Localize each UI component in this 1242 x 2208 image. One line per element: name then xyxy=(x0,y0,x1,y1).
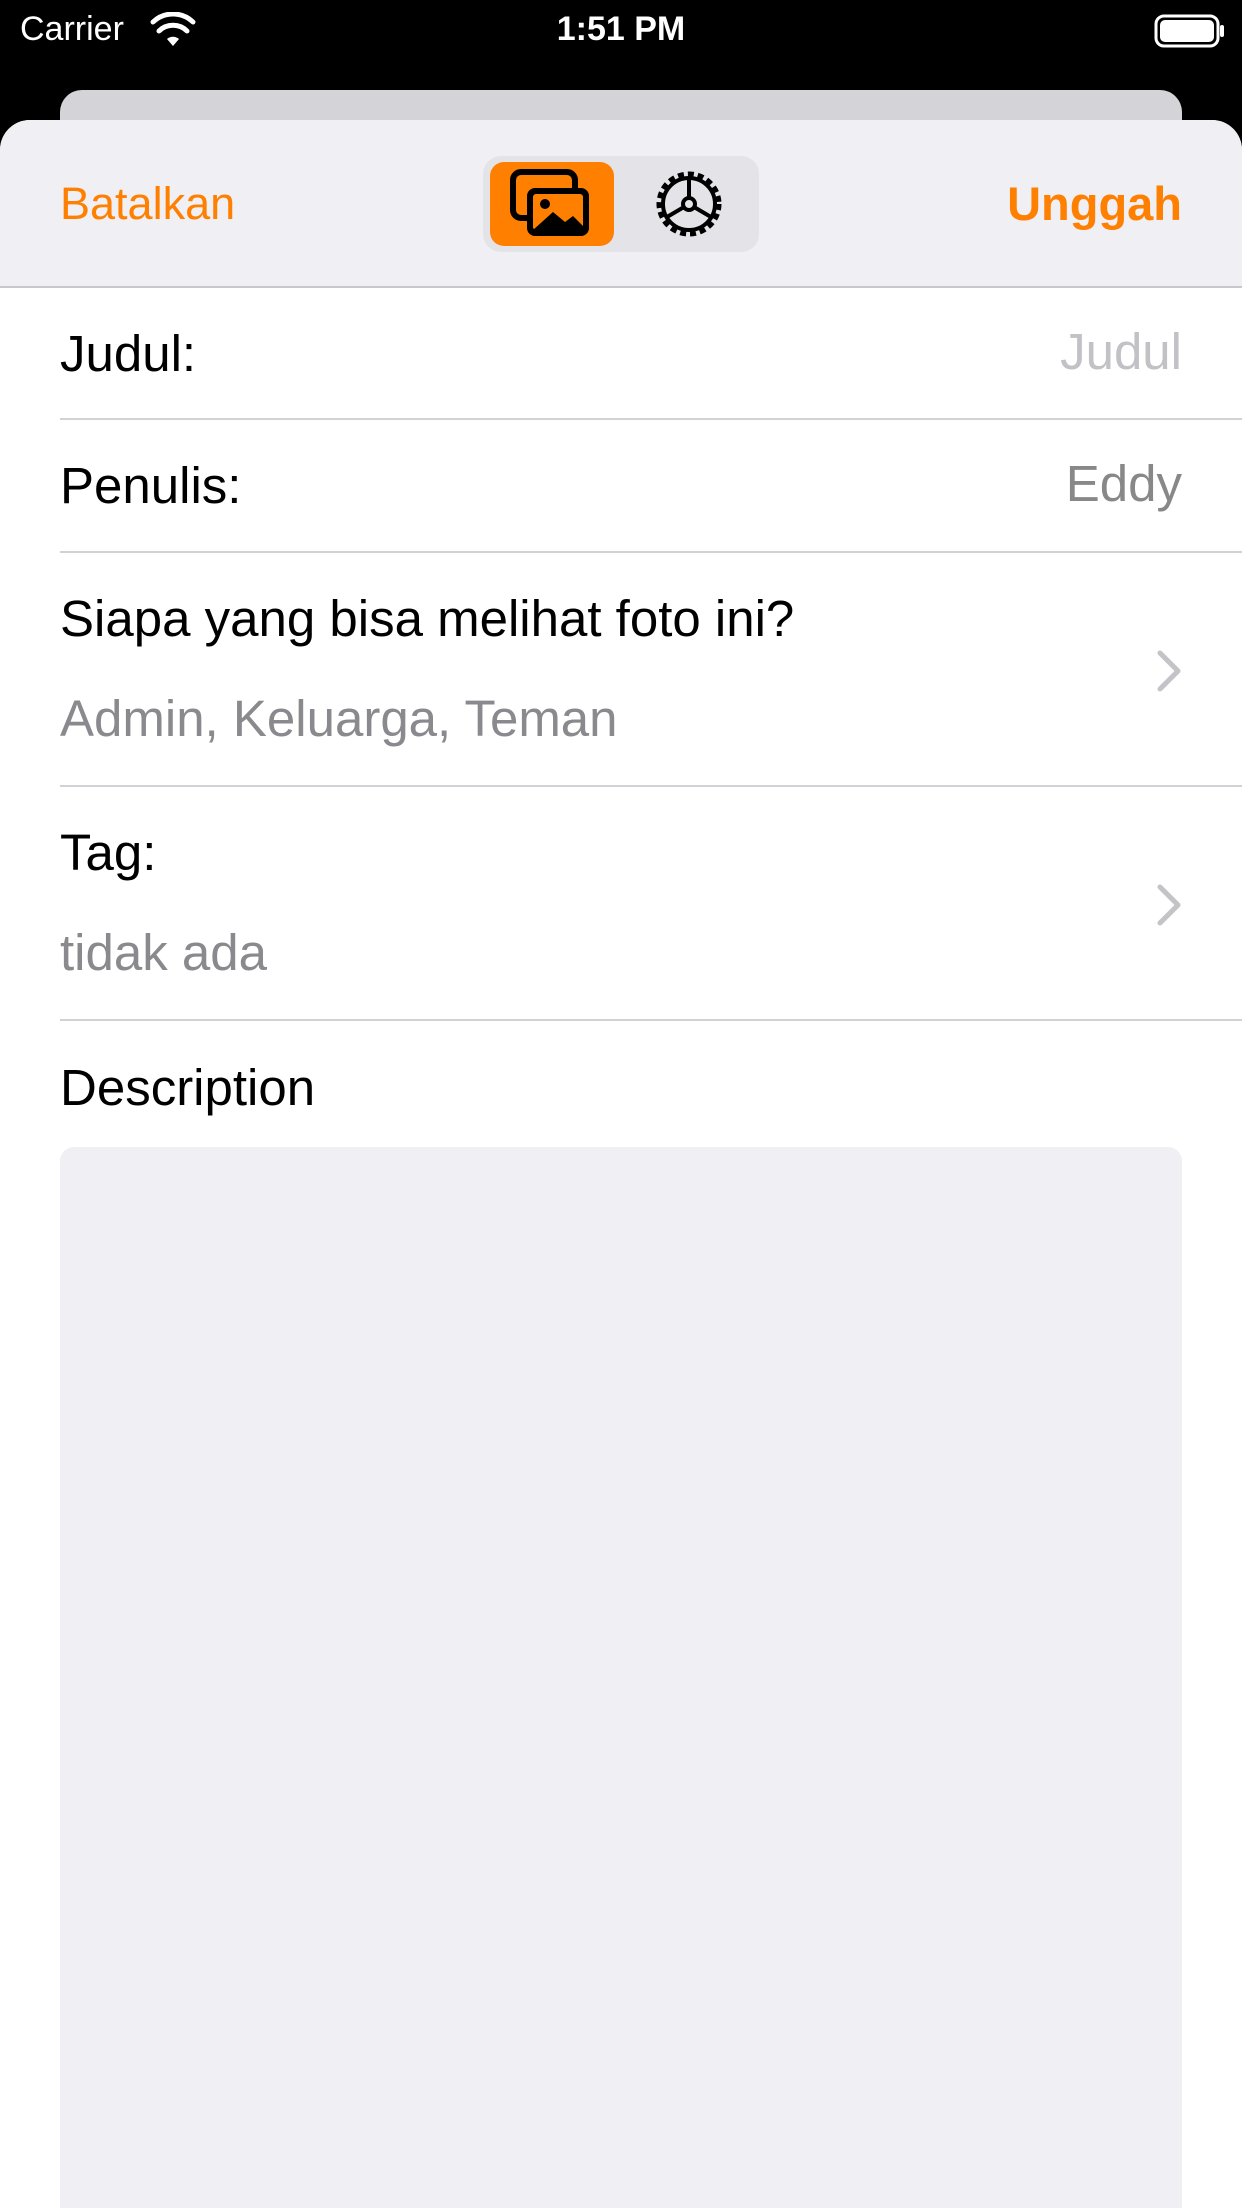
privacy-label: Siapa yang bisa melihat foto ini? xyxy=(60,590,795,647)
status-bar: Carrier 1:51 PM xyxy=(0,0,1242,62)
battery-icon xyxy=(1154,14,1224,48)
mode-segmented-control xyxy=(483,156,759,252)
chevron-right-icon xyxy=(1157,650,1181,692)
segment-photos[interactable] xyxy=(490,162,614,246)
tags-label: Tag: xyxy=(60,824,157,881)
author-label: Penulis: xyxy=(60,457,242,514)
tags-row[interactable]: Tag: tidak ada xyxy=(60,787,1242,1021)
title-input[interactable]: Judul xyxy=(1060,322,1182,381)
photos-icon xyxy=(510,169,589,236)
privacy-row[interactable]: Siapa yang bisa melihat foto ini? Admin,… xyxy=(60,553,1242,787)
chevron-right-icon xyxy=(1157,884,1181,926)
description-label: Description xyxy=(60,1059,316,1116)
gear-icon xyxy=(656,171,722,237)
privacy-value: Admin, Keluarga, Teman xyxy=(60,690,618,747)
upload-sheet: Batalkan Unggah Judul: Judul Penulis: Ed… xyxy=(0,120,1242,2208)
navigation-bar: Batalkan Unggah xyxy=(0,120,1242,288)
tags-value: tidak ada xyxy=(60,924,267,981)
cancel-button[interactable]: Batalkan xyxy=(60,178,235,230)
author-row[interactable]: Penulis: Eddy xyxy=(60,420,1242,553)
title-label: Judul: xyxy=(60,325,197,382)
upload-button[interactable]: Unggah xyxy=(1007,176,1182,231)
author-value[interactable]: Eddy xyxy=(1066,454,1182,513)
status-time: 1:51 PM xyxy=(556,10,686,48)
segment-settings[interactable] xyxy=(627,162,751,246)
title-row[interactable]: Judul: Judul xyxy=(60,290,1242,420)
description-textarea[interactable] xyxy=(60,1147,1182,2208)
